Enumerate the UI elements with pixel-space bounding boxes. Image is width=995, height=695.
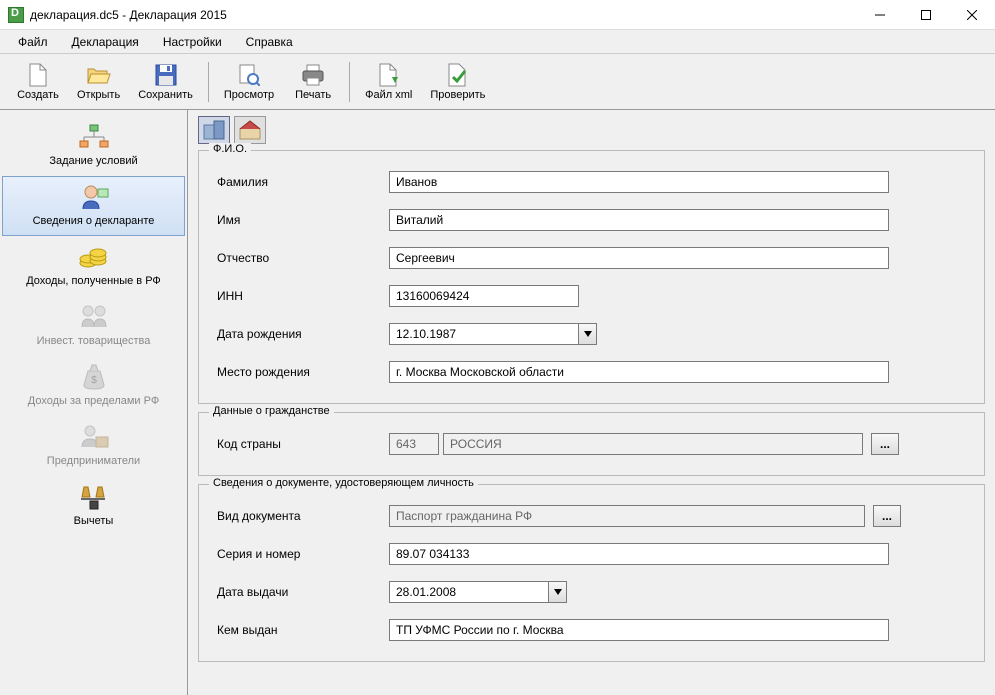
input-country-name bbox=[443, 433, 863, 455]
group-title-fio: Ф.И.О. bbox=[209, 143, 251, 155]
group-citizenship: Данные о гражданстве Код страны ... bbox=[198, 412, 985, 476]
label-doc-type: Вид документа bbox=[209, 509, 389, 523]
label-series-number: Серия и номер bbox=[209, 547, 389, 561]
label-birth-date: Дата рождения bbox=[209, 327, 389, 341]
sidebar-item-income-abroad: $ Доходы за пределами РФ bbox=[2, 356, 185, 416]
deductions-icon bbox=[78, 481, 110, 513]
input-surname[interactable] bbox=[389, 171, 889, 193]
toolbar-separator bbox=[208, 62, 209, 102]
input-doc-type bbox=[389, 505, 865, 527]
check-icon bbox=[446, 63, 470, 87]
entrepreneur-icon bbox=[78, 421, 110, 453]
conditions-icon bbox=[78, 121, 110, 153]
label-name: Имя bbox=[209, 213, 389, 227]
xml-file-icon bbox=[377, 63, 401, 87]
input-birth-place[interactable] bbox=[389, 361, 889, 383]
input-series-number[interactable] bbox=[389, 543, 889, 565]
save-button[interactable]: Сохранить bbox=[129, 57, 202, 107]
invest-icon bbox=[78, 301, 110, 333]
group-title-citizenship: Данные о гражданстве bbox=[209, 405, 334, 417]
sidebar-item-declarant[interactable]: Сведения о декларанте bbox=[2, 176, 185, 236]
input-country-code bbox=[389, 433, 439, 455]
menu-help[interactable]: Справка bbox=[236, 32, 303, 52]
save-icon bbox=[154, 63, 178, 87]
tab-building[interactable] bbox=[198, 116, 230, 144]
sidebar-item-conditions[interactable]: Задание условий bbox=[2, 116, 185, 176]
label-patronymic: Отчество bbox=[209, 251, 389, 265]
group-title-identity: Сведения о документе, удостоверяющем лич… bbox=[209, 477, 478, 489]
menu-declaration[interactable]: Декларация bbox=[62, 32, 149, 52]
group-identity: Сведения о документе, удостоверяющем лич… bbox=[198, 484, 985, 662]
folder-open-icon bbox=[87, 63, 111, 87]
tab-house[interactable] bbox=[234, 116, 266, 144]
main-panel: Ф.И.О. Фамилия Имя Отчество ИНН Дата рож… bbox=[188, 110, 995, 695]
input-birth-date[interactable] bbox=[389, 323, 579, 345]
label-inn: ИНН bbox=[209, 289, 389, 303]
view-tabs bbox=[198, 116, 985, 144]
open-button[interactable]: Открыть bbox=[68, 57, 129, 107]
sidebar-item-invest: Инвест. товарищества bbox=[2, 296, 185, 356]
label-country-code: Код страны bbox=[209, 437, 389, 451]
print-button[interactable]: Печать bbox=[283, 57, 343, 107]
label-birth-place: Место рождения bbox=[209, 365, 389, 379]
person-icon bbox=[78, 181, 110, 213]
sidebar: Задание условий Сведения о декларанте До… bbox=[0, 110, 188, 695]
app-icon bbox=[8, 7, 24, 23]
birth-date-dropdown-button[interactable] bbox=[579, 323, 597, 345]
content-area: Задание условий Сведения о декларанте До… bbox=[0, 110, 995, 695]
menubar: Файл Декларация Настройки Справка bbox=[0, 30, 995, 54]
input-name[interactable] bbox=[389, 209, 889, 231]
issue-date-dropdown-button[interactable] bbox=[549, 581, 567, 603]
maximize-button[interactable] bbox=[903, 0, 949, 30]
check-button[interactable]: Проверить bbox=[421, 57, 494, 107]
label-issued-by: Кем выдан bbox=[209, 623, 389, 637]
input-issued-by[interactable] bbox=[389, 619, 889, 641]
print-icon bbox=[301, 63, 325, 87]
label-issue-date: Дата выдачи bbox=[209, 585, 389, 599]
input-inn[interactable] bbox=[389, 285, 579, 307]
preview-icon bbox=[237, 63, 261, 87]
toolbar-separator bbox=[349, 62, 350, 102]
input-patronymic[interactable] bbox=[389, 247, 889, 269]
input-issue-date[interactable] bbox=[389, 581, 549, 603]
svg-text:$: $ bbox=[91, 375, 97, 386]
titlebar: декларация.dc5 - Декларация 2015 bbox=[0, 0, 995, 30]
group-fio: Ф.И.О. Фамилия Имя Отчество ИНН Дата рож… bbox=[198, 150, 985, 404]
doc-type-browse-button[interactable]: ... bbox=[873, 505, 901, 527]
coins-icon bbox=[78, 241, 110, 273]
window-title: декларация.dc5 - Декларация 2015 bbox=[30, 8, 857, 22]
file-xml-button[interactable]: Файл xml bbox=[356, 57, 421, 107]
sidebar-item-entrepreneurs: Предприниматели bbox=[2, 416, 185, 476]
create-button[interactable]: Создать bbox=[8, 57, 68, 107]
label-surname: Фамилия bbox=[209, 175, 389, 189]
country-browse-button[interactable]: ... bbox=[871, 433, 899, 455]
sidebar-item-income-rf[interactable]: Доходы, полученные в РФ bbox=[2, 236, 185, 296]
preview-button[interactable]: Просмотр bbox=[215, 57, 283, 107]
menu-file[interactable]: Файл bbox=[8, 32, 58, 52]
toolbar: Создать Открыть Сохранить Просмотр Печат… bbox=[0, 54, 995, 110]
minimize-button[interactable] bbox=[857, 0, 903, 30]
menu-settings[interactable]: Настройки bbox=[153, 32, 232, 52]
close-button[interactable] bbox=[949, 0, 995, 30]
sidebar-item-deductions[interactable]: Вычеты bbox=[2, 476, 185, 536]
money-bag-icon: $ bbox=[78, 361, 110, 393]
new-file-icon bbox=[26, 63, 50, 87]
window-controls bbox=[857, 0, 995, 30]
